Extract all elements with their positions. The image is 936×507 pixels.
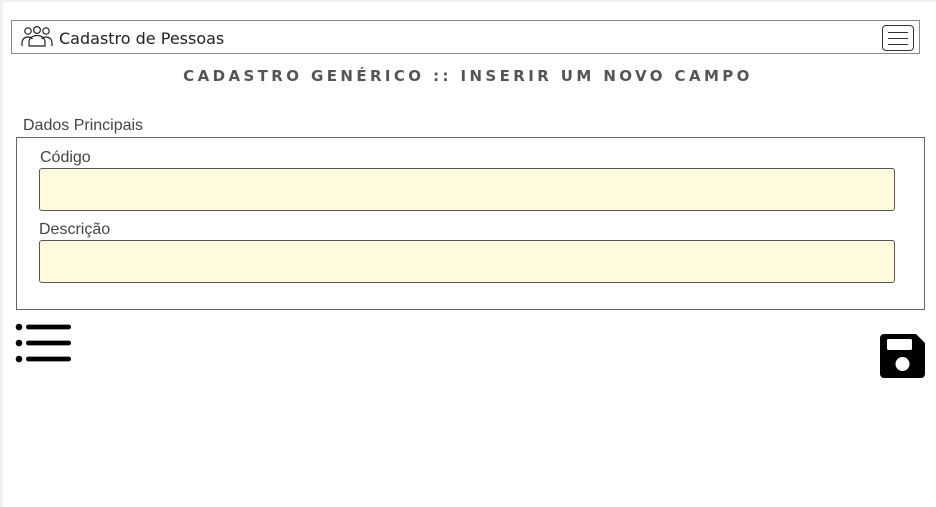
navbar: Cadastro de Pessoas bbox=[11, 20, 920, 54]
save-button[interactable] bbox=[879, 333, 926, 379]
codigo-input[interactable] bbox=[39, 168, 895, 211]
navbar-brand[interactable]: Cadastro de Pessoas bbox=[20, 25, 225, 52]
hamburger-menu-icon bbox=[888, 32, 908, 33]
page-top-border bbox=[0, 0, 936, 2]
codigo-label: Código bbox=[40, 149, 91, 166]
section-legend: Dados Principais bbox=[23, 117, 144, 134]
floppy-disk-icon bbox=[880, 334, 925, 378]
hamburger-menu-button[interactable] bbox=[882, 25, 914, 51]
users-icon bbox=[20, 25, 54, 52]
list-icon bbox=[15, 323, 71, 363]
descricao-input[interactable] bbox=[39, 240, 895, 283]
descricao-label: Descrição bbox=[39, 221, 111, 238]
list-records-button[interactable] bbox=[15, 323, 73, 365]
main-data-fieldset: Código Descrição bbox=[16, 137, 925, 310]
brand-title: Cadastro de Pessoas bbox=[59, 28, 225, 48]
page-title: CADASTRO GENÉRICO :: INSERIR UM NOVO CAM… bbox=[183, 67, 753, 85]
